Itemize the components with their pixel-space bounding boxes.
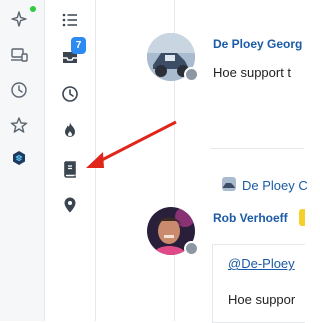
annotation-arrow <box>86 120 177 168</box>
